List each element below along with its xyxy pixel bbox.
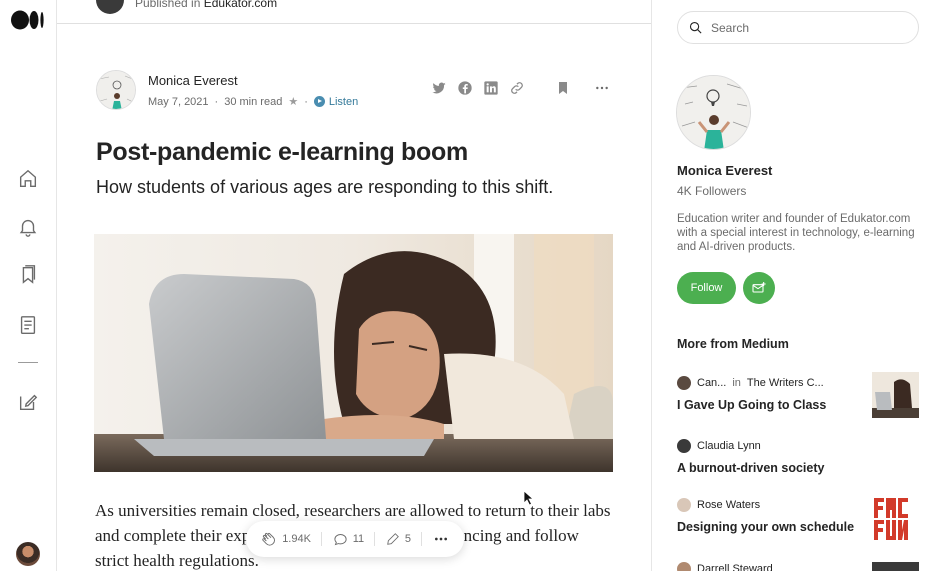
publication-prefix: Published in	[135, 0, 201, 10]
rec-thumbnail[interactable]	[872, 372, 919, 418]
clap-icon	[262, 532, 276, 546]
notifications-bell-icon[interactable]	[17, 216, 39, 238]
article-date: May 7, 2021	[148, 95, 209, 108]
rec-in: in	[732, 377, 741, 389]
clap-button[interactable]: 1.94K	[261, 531, 311, 547]
rec-author-avatar	[677, 562, 691, 571]
action-divider	[374, 532, 376, 546]
read-time: 30 min read	[224, 95, 283, 108]
home-icon[interactable]	[17, 168, 39, 190]
author-portrait-icon	[97, 71, 135, 109]
student-laptop-illustration	[94, 234, 613, 472]
rec-author[interactable]: Rose Waters	[697, 499, 760, 511]
author-profile-portrait-icon	[677, 76, 750, 149]
comment-count: 11	[352, 533, 365, 545]
article-meta: May 7, 2021 · 30 min read ★ · Listen	[148, 95, 359, 109]
more-actions-icon[interactable]	[433, 531, 449, 547]
author-name[interactable]: Monica Everest	[148, 73, 238, 88]
listen-button[interactable]: Listen	[313, 95, 359, 108]
rec-author-line: Claudia Lynn	[677, 439, 919, 453]
rec-author[interactable]: Claudia Lynn	[697, 440, 761, 452]
publication-line: Published in Edukator.com	[135, 0, 277, 10]
subscribe-email-button[interactable]	[743, 272, 775, 304]
author-bio: Education writer and founder of Edukator…	[677, 213, 915, 253]
article-column: Published in Edukator.com Monica Everest…	[57, 0, 651, 571]
search-box[interactable]	[677, 11, 919, 44]
comment-icon	[334, 533, 347, 545]
mail-plus-icon	[752, 282, 766, 293]
publication-avatar[interactable]	[96, 0, 124, 14]
rec-author[interactable]: Darrell Steward	[697, 563, 773, 571]
meta-separator: ·	[214, 95, 219, 108]
author-avatar[interactable]	[96, 70, 136, 110]
copy-link-icon[interactable]	[509, 80, 525, 96]
rec-publication[interactable]: The Writers C...	[747, 377, 824, 389]
rec-thumbnail[interactable]	[872, 496, 919, 542]
rec-thumbnail[interactable]	[872, 562, 919, 571]
edit-count: 5	[404, 533, 411, 545]
facebook-icon[interactable]	[457, 80, 473, 96]
book-cover-thumbnail	[872, 496, 919, 542]
member-star-icon: ★	[288, 96, 299, 108]
right-sidebar: Monica Everest 4K Followers Education wr…	[651, 0, 941, 571]
follower-count[interactable]: 4K Followers	[677, 184, 746, 198]
bookmarks-icon[interactable]	[17, 264, 39, 286]
rec-author-avatar	[677, 498, 691, 512]
floating-action-bar: 1.94K 11 5	[246, 521, 464, 557]
rail-divider	[18, 362, 38, 363]
write-icon[interactable]	[17, 391, 39, 413]
hero-image	[94, 234, 613, 472]
bookmark-icon[interactable]	[555, 80, 571, 96]
search-input[interactable]	[711, 20, 901, 35]
publication-link[interactable]: Edukator.com	[204, 0, 277, 10]
author-profile-avatar[interactable]	[676, 75, 751, 150]
rec-author-avatar	[677, 376, 691, 390]
edits-button[interactable]: 5	[386, 532, 411, 546]
sidebar-author-name[interactable]: Monica Everest	[677, 163, 772, 178]
article-title: Post-pandemic e-learning boom	[96, 138, 468, 166]
follow-button[interactable]: Follow	[677, 272, 736, 304]
twitter-icon[interactable]	[431, 80, 447, 96]
rec-author[interactable]: Can...	[697, 377, 726, 389]
play-icon	[313, 96, 325, 107]
search-icon	[689, 21, 702, 34]
action-divider	[321, 532, 323, 546]
pencil-icon	[387, 533, 399, 545]
recommendation-item[interactable]: Claudia Lynn A burnout-driven society	[677, 439, 919, 475]
comments-button[interactable]: 11	[333, 532, 364, 547]
left-rail	[0, 0, 57, 571]
linkedin-icon[interactable]	[483, 80, 499, 96]
rec-author-avatar	[677, 439, 691, 453]
more-options-icon[interactable]	[594, 80, 610, 96]
publication-bar: Published in Edukator.com	[57, 0, 651, 24]
clap-count: 1.94K	[282, 533, 311, 545]
stories-icon[interactable]	[17, 314, 39, 336]
medium-logo-icon[interactable]	[11, 10, 45, 30]
user-avatar[interactable]	[16, 542, 40, 566]
mouse-cursor-icon	[523, 490, 535, 506]
rec-title[interactable]: A burnout-driven society	[677, 461, 919, 475]
rec-thumbnail-image	[872, 372, 919, 418]
meta-separator: ·	[304, 95, 308, 108]
action-divider	[421, 532, 423, 546]
article-subtitle: How students of various ages are respond…	[96, 177, 554, 197]
listen-label: Listen	[328, 95, 359, 108]
more-from-medium-heading: More from Medium	[677, 337, 789, 351]
